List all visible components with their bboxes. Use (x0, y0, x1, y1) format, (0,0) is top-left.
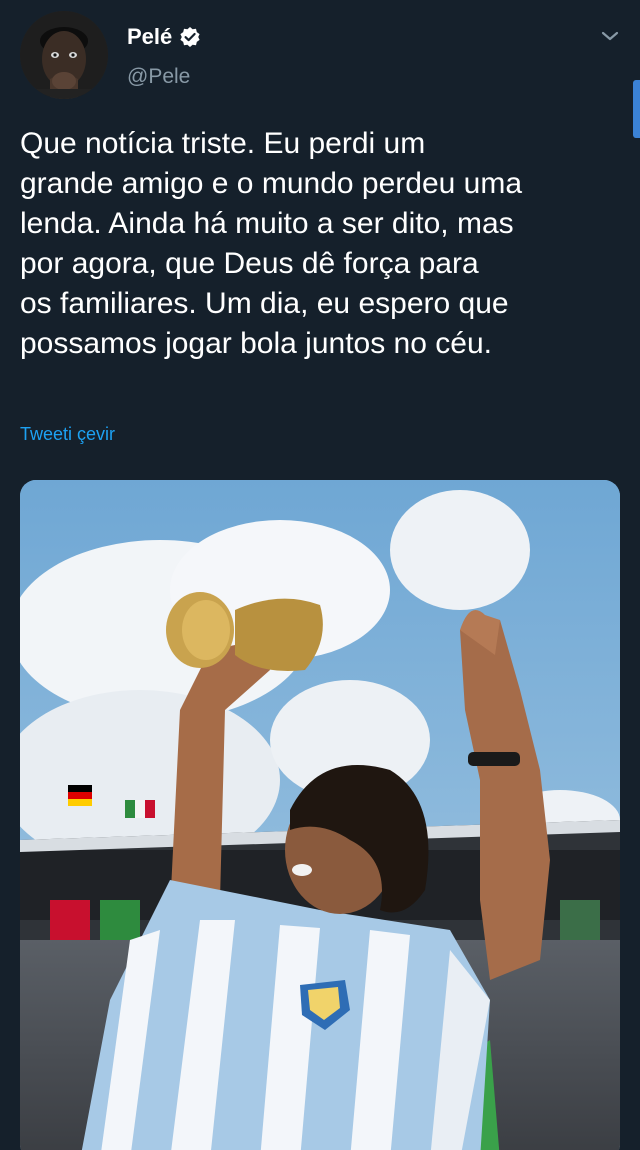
author-handle[interactable]: @Pele (127, 64, 190, 90)
translate-tweet-link[interactable]: Tweeti çevir (20, 422, 115, 446)
tweet-card: Pelé @Pele Que notícia triste. Eu perdi … (0, 0, 640, 1150)
display-name[interactable]: Pelé (127, 24, 172, 50)
tweet-header: Pelé @Pele (0, 0, 640, 138)
author-name-row[interactable]: Pelé (127, 24, 201, 50)
chevron-down-icon[interactable] (597, 26, 623, 46)
scroll-indicator (633, 80, 640, 138)
verified-badge-icon (179, 26, 201, 48)
avatar[interactable] (20, 11, 108, 99)
tweet-photo[interactable] (20, 480, 620, 1150)
tweet-text: Que notícia triste. Eu perdi um grande a… (20, 127, 523, 360)
